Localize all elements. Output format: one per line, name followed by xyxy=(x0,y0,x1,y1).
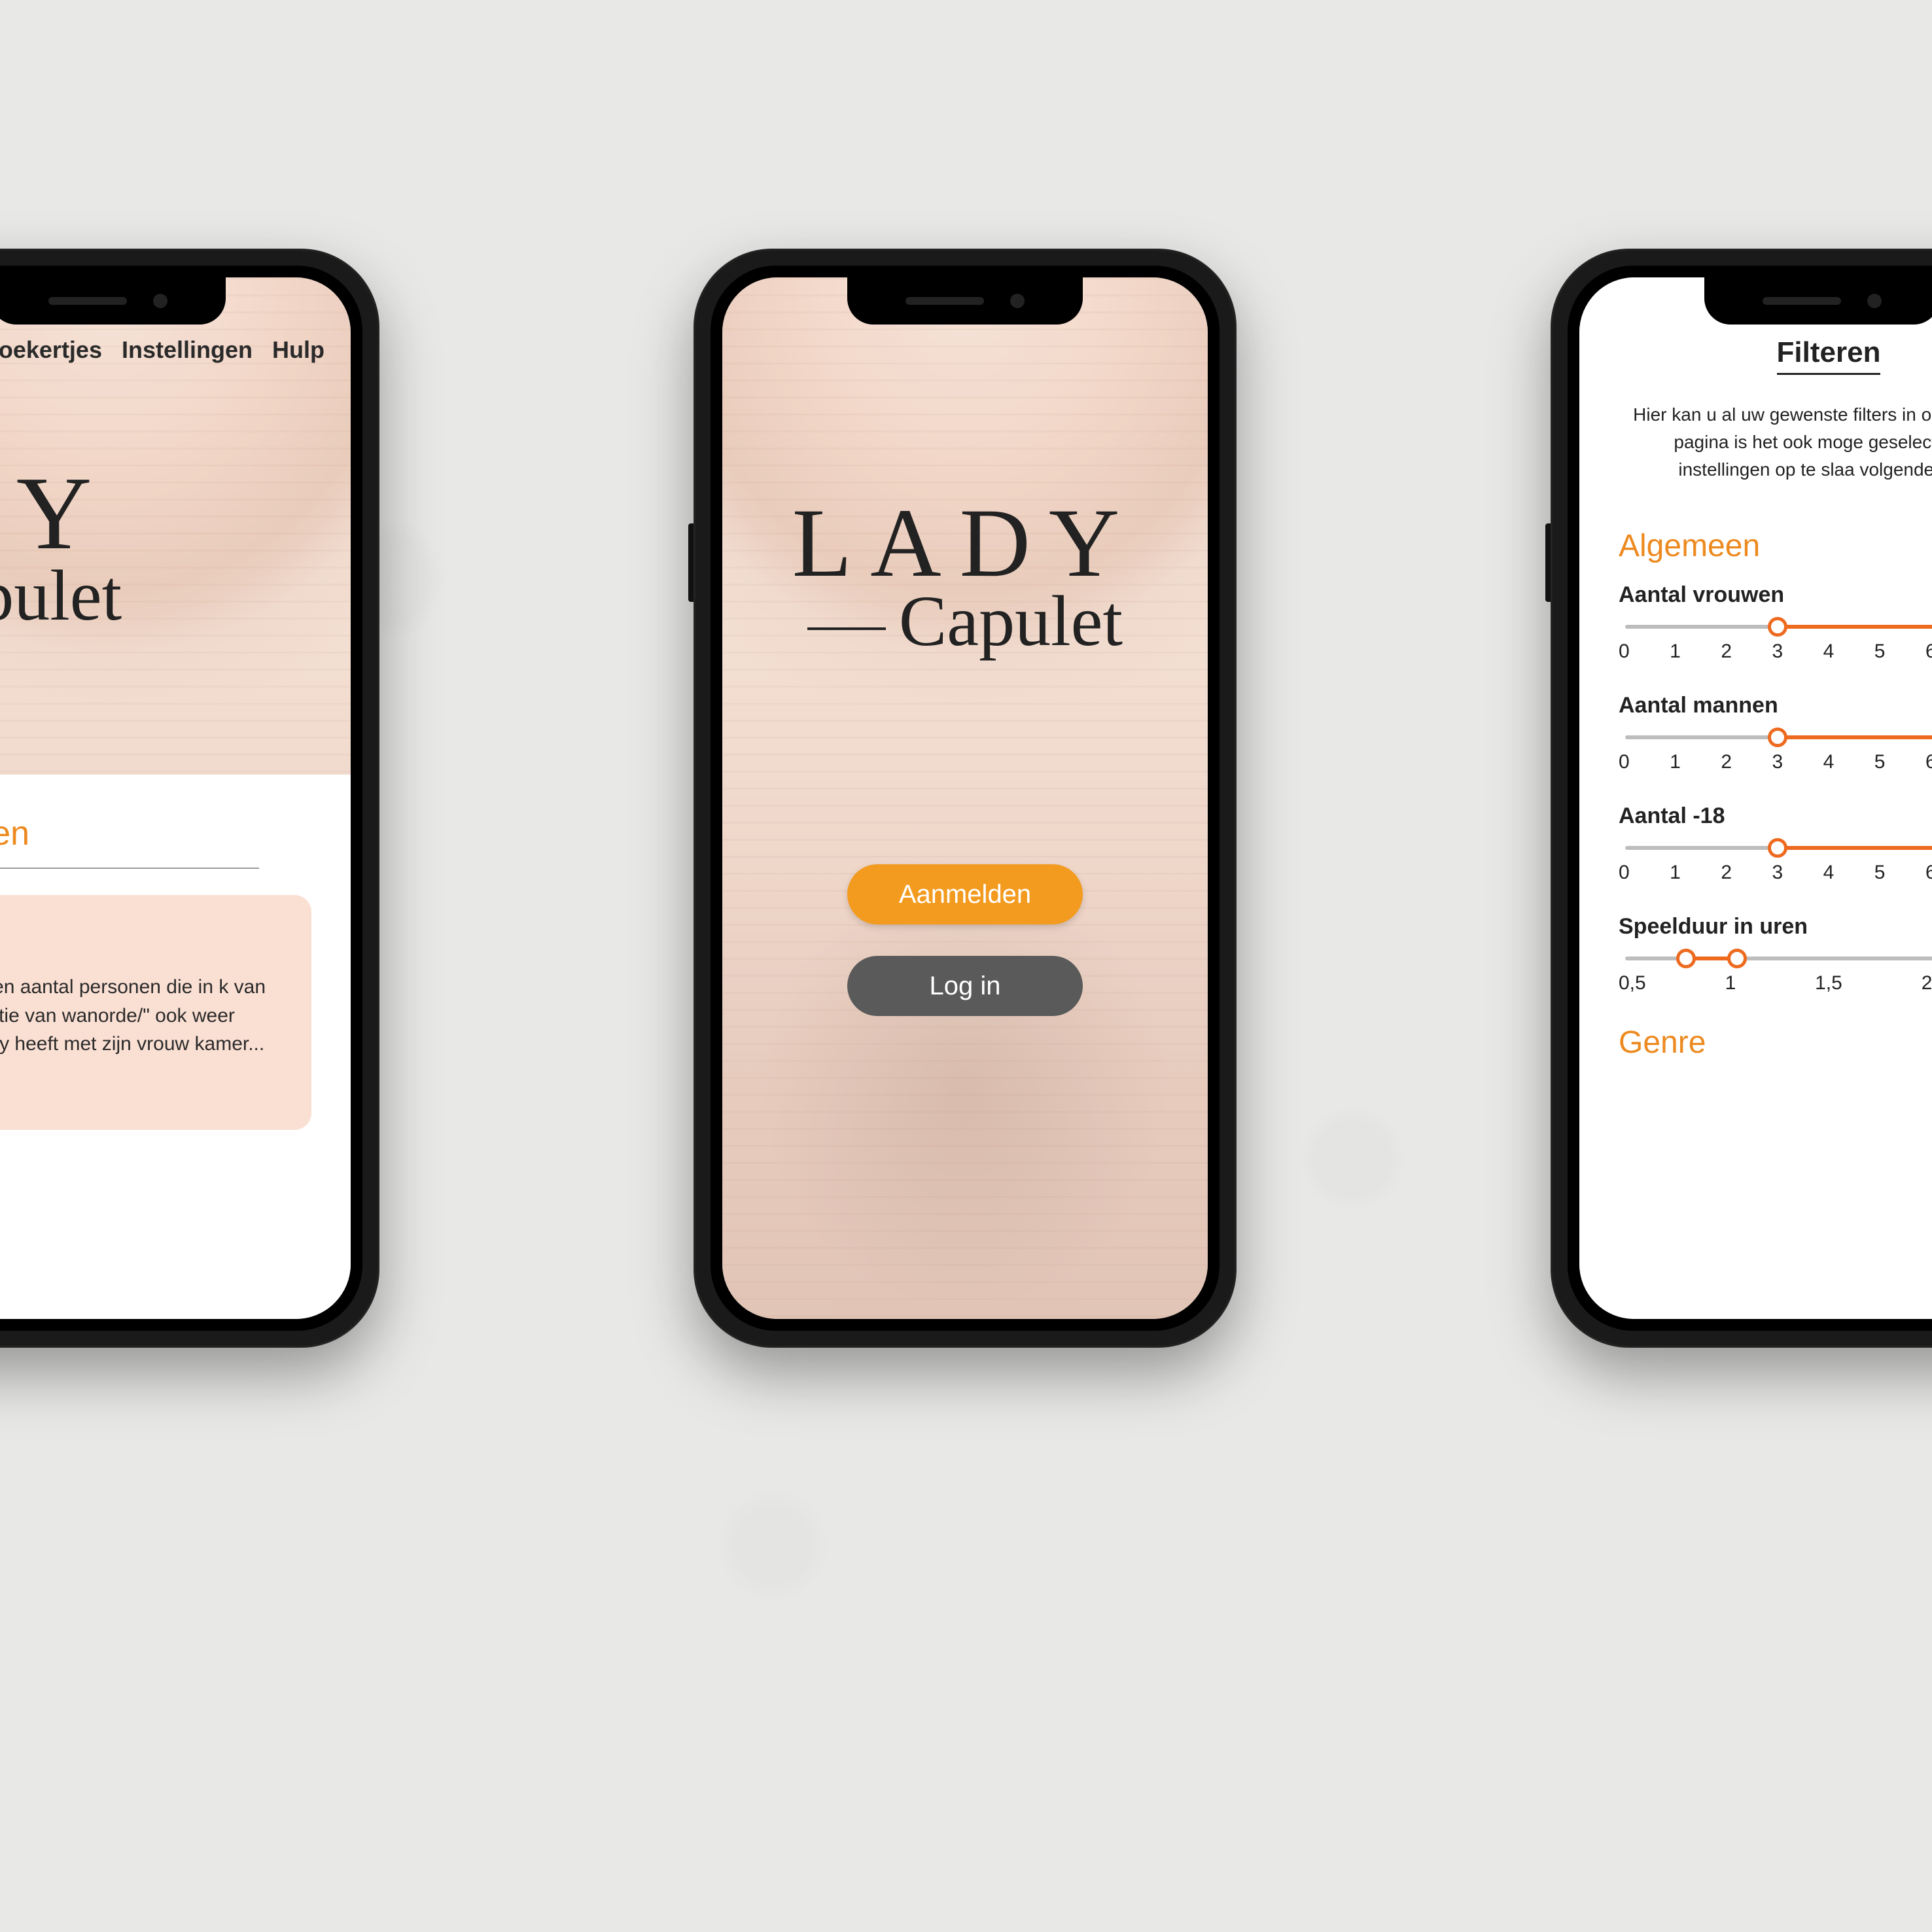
text-card[interactable]: stellen ennis met een aantal personen di… xyxy=(0,895,311,1130)
section-title-teksten: e teksten xyxy=(0,781,351,860)
slider-track[interactable] xyxy=(1625,957,1932,960)
section-rule xyxy=(0,868,259,869)
nav-item-hulp[interactable]: Hulp xyxy=(272,336,325,364)
slider-thumb-low[interactable] xyxy=(1768,728,1787,747)
slider-speelduur-in-uren: Speelduur in uren 0,511,522,5 xyxy=(1619,914,1932,994)
phone-center: LADY Capulet Aanmelden Log in xyxy=(694,249,1237,1348)
group-title-algemeen: Algemeen xyxy=(1619,528,1932,564)
slider-thumb-low[interactable] xyxy=(1768,617,1787,637)
nav-item-zoekertjes[interactable]: Zoekertjes xyxy=(0,336,102,364)
slider-aantal--18: Aantal -18 012345678 xyxy=(1619,803,1932,884)
notch xyxy=(847,277,1083,325)
slider-ticks: 012345678 xyxy=(1619,862,1932,884)
card-read-more[interactable]: erder xyxy=(0,1078,285,1104)
slider-label: Aantal mannen xyxy=(1619,693,1932,718)
card-title: stellen xyxy=(0,921,285,957)
slider-label: Speelduur in uren xyxy=(1619,914,1932,940)
slider-label: Aantal -18 xyxy=(1619,803,1932,829)
logo-line2: Capulet xyxy=(0,554,351,637)
phone-left: n Zoekertjes Instellingen Hulp LADY Capu… xyxy=(0,249,379,1348)
logo: LADY Capulet xyxy=(792,277,1138,663)
slider-label: Aantal vrouwen xyxy=(1619,582,1932,608)
logo-line2: Capulet xyxy=(792,580,1138,663)
slider-track[interactable] xyxy=(1625,735,1932,739)
group-title-genre: Genre xyxy=(1619,1025,1932,1061)
signup-button[interactable]: Aanmelden xyxy=(847,864,1083,924)
filter-intro: Hier kan u al uw gewenste filters in ond… xyxy=(1619,401,1932,510)
login-button[interactable]: Log in xyxy=(847,956,1083,1016)
slider-ticks: 0,511,522,5 xyxy=(1619,972,1932,994)
slider-thumb-low[interactable] xyxy=(1676,949,1696,968)
card-body: ennis met een aantal personen die in k v… xyxy=(0,973,285,1059)
page-title-filteren: Filteren xyxy=(1777,336,1881,375)
nav-item-instellingen[interactable]: Instellingen xyxy=(122,336,253,364)
slider-ticks: 012345678 xyxy=(1619,641,1932,663)
top-nav: n Zoekertjes Instellingen Hulp xyxy=(0,323,351,374)
notch xyxy=(0,277,226,325)
notch xyxy=(1704,277,1932,325)
slider-ticks: 012345678 xyxy=(1619,751,1932,773)
slider-thumb-high[interactable] xyxy=(1727,949,1747,968)
slider-thumb-low[interactable] xyxy=(1768,838,1787,858)
logo: LADY Capulet xyxy=(0,374,351,637)
slider-track[interactable] xyxy=(1625,625,1932,629)
slider-aantal-vrouwen: Aantal vrouwen 012345678 xyxy=(1619,582,1932,663)
slider-track[interactable] xyxy=(1625,846,1932,850)
phone-right: Filteren Hier kan u al uw gewenste filte… xyxy=(1551,249,1932,1348)
slider-aantal-mannen: Aantal mannen 012345678 xyxy=(1619,693,1932,773)
